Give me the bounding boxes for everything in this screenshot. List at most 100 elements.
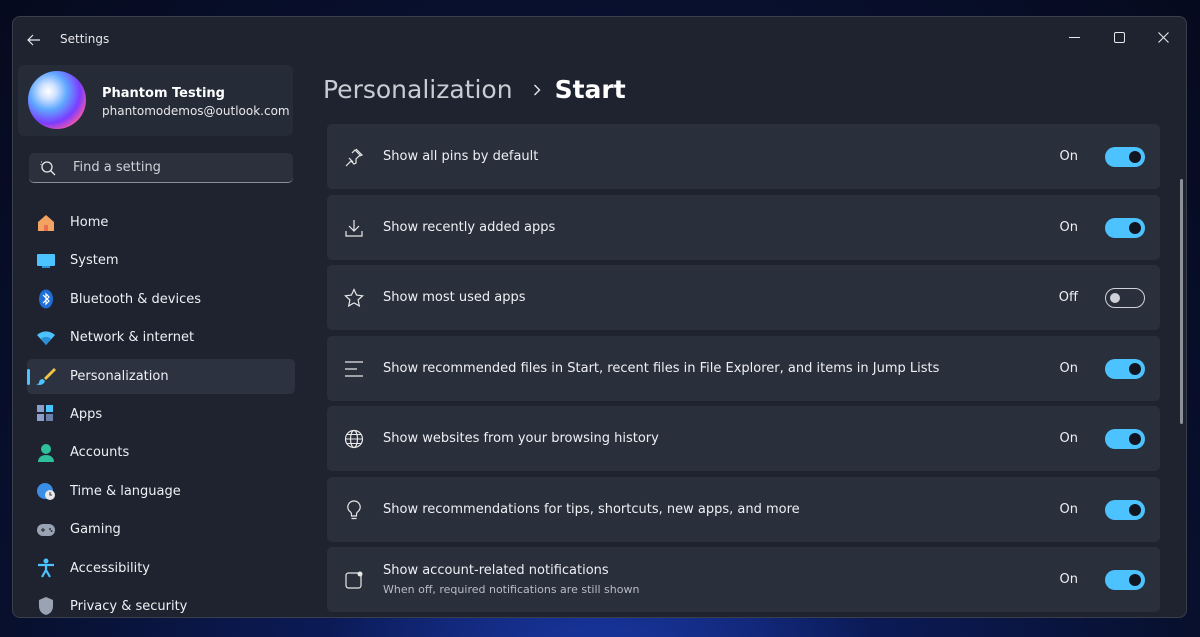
search-box[interactable] [29,153,293,183]
toggle-state-text: Off [1058,290,1078,305]
close-button[interactable] [1148,25,1178,49]
sidebar-item-label: Accounts [70,445,130,461]
avatar [28,71,86,129]
toggle-state-text: On [1059,360,1078,376]
toggle-state-text: On [1059,501,1078,517]
profile-card[interactable]: Phantom Testing phantomodemos@outlook.co… [18,65,293,136]
back-arrow-icon [27,34,40,46]
sidebar-item-apps[interactable]: Apps [27,397,295,432]
toggle-switch[interactable] [1105,570,1145,590]
toggle-switch[interactable] [1105,217,1145,238]
toggle-knob [1129,362,1141,375]
toggle-switch[interactable] [1105,147,1145,167]
setting-account-notifications: Show account-related notifications When … [327,547,1160,612]
setting-label: Show websites from your browsing history [383,431,659,446]
setting-show-all-pins: Show all pins by default On [327,124,1160,189]
settings-list: Show all pins by default On Show recentl… [327,124,1160,617]
sidebar-item-label: Time & language [70,483,181,499]
brush-icon [35,366,57,386]
toggle-knob [1129,574,1141,586]
wifi-icon [35,328,57,348]
setting-most-used-apps: Show most used apps Off [327,265,1160,330]
sidebar-item-label: Accessibility [70,560,150,576]
gamepad-icon [35,520,57,540]
minimize-button[interactable] [1059,25,1089,49]
list-icon [343,358,365,380]
sidebar-item-time-language[interactable]: Time & language [27,474,295,509]
toggle-state-text: On [1059,572,1078,587]
home-icon [35,213,57,233]
sidebar-item-label: Bluetooth & devices [70,291,201,307]
download-icon [343,217,365,239]
toggle-knob [1129,433,1141,445]
setting-label: Show recently added apps [383,219,556,235]
sidebar-item-system[interactable]: System [27,243,295,278]
sidebar-item-accounts[interactable]: Accounts [27,435,295,470]
settings-window: Settings Phantom Testing phantomodemos@o… [12,16,1187,618]
setting-recommended-files: Show recommended files in Start, recent … [327,335,1160,401]
setting-label: Show account-related notifications [383,563,609,578]
maximize-icon [1113,31,1125,43]
profile-email: phantomodemos@outlook.com [102,104,290,118]
bluetooth-icon [35,289,57,309]
nav-list: Home System Bluetooth & devices Network … [27,205,295,617]
setting-label: Show recommendations for tips, shortcuts… [383,501,800,517]
search-input[interactable] [71,159,275,176]
toggle-switch[interactable] [1105,429,1145,449]
app-title: Settings [60,32,110,46]
toggle-switch[interactable] [1105,499,1145,520]
setting-label: Show all pins by default [383,149,539,164]
sidebar-item-personalization[interactable]: Personalization [27,358,295,394]
accounts-icon [35,443,57,463]
toggle-state-text: On [1059,219,1078,235]
sidebar-item-gaming[interactable]: Gaming [27,512,295,547]
accessibility-icon [35,558,57,578]
toggle-state-text: On [1059,431,1078,446]
globe-clock-icon [35,481,57,501]
apps-icon [35,404,57,424]
sidebar-item-network[interactable]: Network & internet [27,320,295,355]
sidebar: Phantom Testing phantomodemos@outlook.co… [13,63,303,617]
breadcrumb: Personalization Start [323,75,626,104]
sidebar-item-label: Personalization [70,368,169,384]
sidebar-item-privacy[interactable]: Privacy & security [27,589,295,617]
sidebar-item-home[interactable]: Home [27,205,295,240]
star-icon [343,287,365,309]
setting-description: When off, required notifications are sti… [383,583,640,596]
setting-label: Show recommended files in Start, recent … [383,360,940,376]
setting-browsing-history: Show websites from your browsing history… [327,406,1160,471]
toggle-knob [1129,151,1141,163]
toggle-knob [1129,503,1141,516]
toggle-switch[interactable] [1105,288,1145,308]
toggle-knob [1129,221,1141,234]
close-icon [1157,31,1169,43]
breadcrumb-parent[interactable]: Personalization [323,75,513,104]
shield-icon [35,596,57,616]
setting-recently-added-apps: Show recently added apps On [327,194,1160,260]
title-bar: Settings [13,17,1186,63]
lightbulb-icon [343,499,365,521]
main-content: Personalization Start Show all pins by d… [323,63,1186,617]
sidebar-item-label: Gaming [70,522,121,538]
toggle-switch[interactable] [1105,358,1145,379]
profile-name: Phantom Testing [102,86,225,101]
search-icon [40,161,56,176]
back-button[interactable] [23,30,45,50]
minimize-icon [1068,36,1080,38]
maximize-button[interactable] [1104,25,1134,49]
sidebar-item-accessibility[interactable]: Accessibility [27,551,295,586]
chevron-right-icon [533,84,541,96]
scrollbar-thumb[interactable] [1180,179,1183,424]
sidebar-item-label: Privacy & security [70,598,188,614]
page-title: Start [554,75,626,104]
globe-icon [343,428,365,450]
notification-icon [343,569,365,591]
pin-icon [343,146,365,168]
sidebar-item-label: Network & internet [70,330,195,346]
toggle-knob [1110,293,1120,303]
sidebar-item-label: System [70,253,119,269]
sidebar-item-label: Home [70,215,109,230]
sidebar-item-bluetooth[interactable]: Bluetooth & devices [27,282,295,317]
setting-recommendations: Show recommendations for tips, shortcuts… [327,476,1160,542]
system-icon [35,251,57,271]
